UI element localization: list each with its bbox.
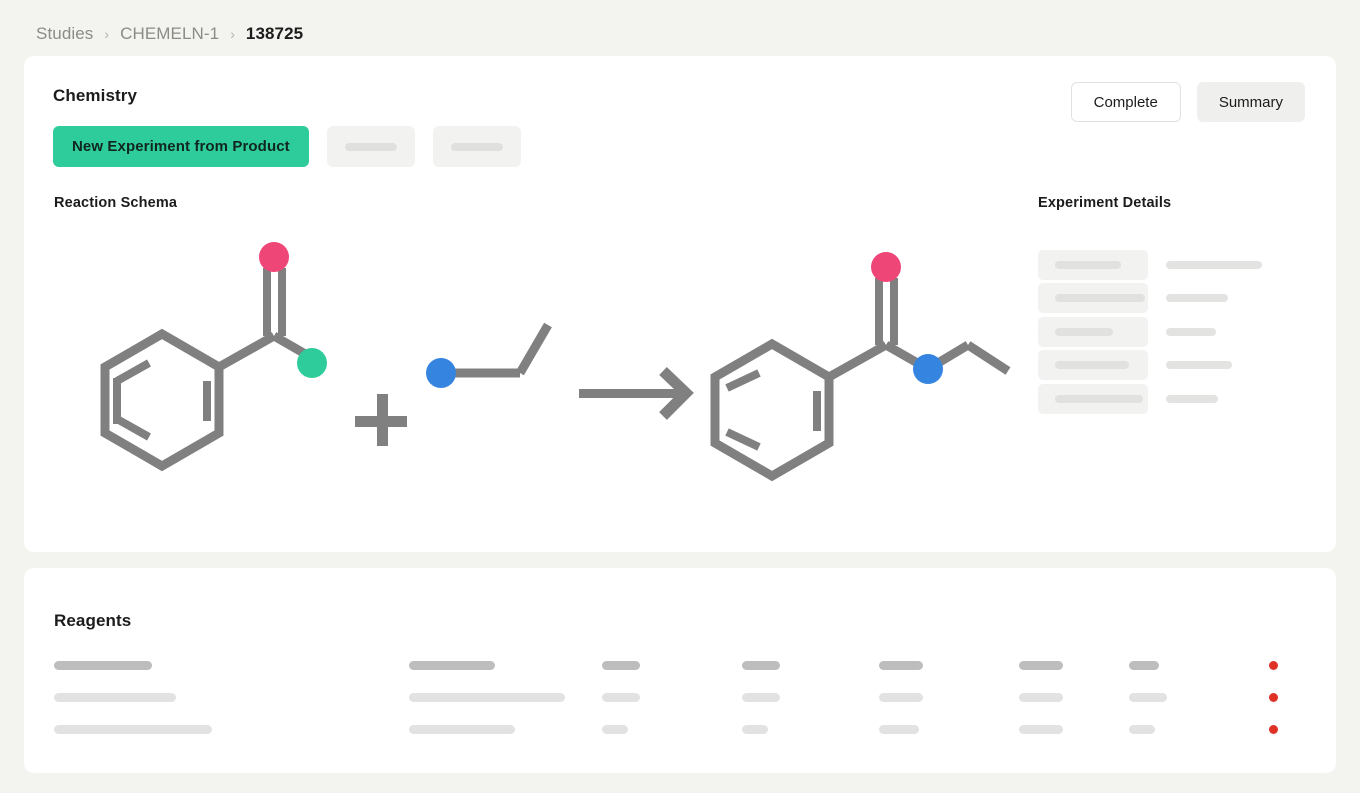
oxygen-atom-reactant — [259, 242, 289, 272]
detail-value-placeholder — [1166, 327, 1216, 336]
reaction-schema-label: Reaction Schema — [54, 195, 178, 211]
detail-label-placeholder — [1055, 394, 1143, 403]
table-cell-placeholder — [1019, 693, 1063, 702]
reagents-title: Reagents — [54, 611, 132, 630]
table-cell-placeholder — [879, 725, 919, 734]
reagents-card: Reagents — [24, 568, 1336, 773]
detail-row[interactable] — [1038, 248, 1308, 282]
detail-label-placeholder — [1055, 327, 1113, 336]
nitrogen-atom-product — [913, 354, 943, 384]
reaction-schema-diagram[interactable] — [50, 221, 1020, 526]
skeleton-button-2[interactable] — [432, 126, 521, 167]
table-cell-placeholder — [879, 661, 923, 670]
page-title: Chemistry — [53, 86, 138, 105]
detail-value-placeholder — [1166, 294, 1228, 303]
table-cell-placeholder — [54, 693, 176, 702]
detail-row[interactable] — [1038, 282, 1308, 316]
bond-carbon-to-carbon — [965, 341, 1011, 375]
experiment-details-panel — [1038, 248, 1308, 416]
table-cell-placeholder — [54, 725, 212, 734]
detail-row[interactable] — [1038, 382, 1308, 416]
detail-label-chip — [1038, 350, 1148, 381]
header-actions: Complete Summary — [1070, 82, 1305, 122]
table-cell-placeholder — [602, 725, 628, 734]
detail-label-placeholder — [1055, 260, 1121, 269]
breadcrumb-separator-icon: › — [230, 26, 235, 42]
plus-sign — [355, 394, 407, 446]
table-cell-placeholder — [1129, 693, 1167, 702]
reagents-table — [54, 652, 1306, 748]
chemistry-card: Chemistry Complete Summary New Experimen… — [24, 56, 1336, 552]
detail-label-chip — [1038, 283, 1148, 314]
breadcrumb-item-study[interactable]: CHEMELN-1 — [120, 24, 219, 44]
table-cell-placeholder — [1129, 725, 1155, 734]
detail-label-placeholder — [1055, 361, 1129, 370]
table-cell-placeholder — [409, 661, 495, 670]
table-cell-placeholder — [742, 693, 780, 702]
summary-button[interactable]: Summary — [1196, 82, 1305, 122]
breadcrumb-item-studies[interactable]: Studies — [36, 24, 93, 44]
table-cell-placeholder — [742, 725, 768, 734]
table-cell-placeholder — [602, 661, 640, 670]
detail-row[interactable] — [1038, 349, 1308, 383]
reaction-arrow-icon — [579, 367, 694, 420]
table-cell-placeholder — [1129, 661, 1159, 670]
table-cell-placeholder — [54, 661, 152, 670]
table-cell-placeholder — [409, 693, 565, 702]
table-row[interactable] — [54, 684, 1306, 716]
detail-row[interactable] — [1038, 315, 1308, 349]
detail-value-placeholder — [1166, 260, 1262, 269]
experiment-details-label: Experiment Details — [1038, 195, 1172, 211]
skeleton-bar — [344, 142, 397, 151]
oxygen-atom-product — [871, 252, 901, 282]
benzene-ring-product — [710, 338, 834, 482]
table-cell-placeholder — [409, 725, 515, 734]
status-badge[interactable] — [1269, 725, 1278, 734]
status-badge[interactable] — [1269, 693, 1278, 702]
amine-reactant — [450, 322, 552, 378]
bond-ring-to-carbonyl-product — [826, 341, 889, 381]
breadcrumb: Studies › CHEMELN-1 › 138725 — [36, 20, 303, 48]
detail-value-placeholder — [1166, 394, 1218, 403]
status-badge[interactable] — [1269, 661, 1278, 670]
detail-label-placeholder — [1055, 294, 1145, 303]
detail-label-chip — [1038, 316, 1148, 347]
table-row[interactable] — [54, 716, 1306, 748]
table-cell-placeholder — [742, 661, 780, 670]
leaving-group-atom-reactant — [297, 348, 327, 378]
skeleton-bar — [450, 142, 503, 151]
detail-value-placeholder — [1166, 361, 1232, 370]
skeleton-button-1[interactable] — [326, 126, 415, 167]
nitrogen-atom-reactant — [426, 358, 456, 388]
benzene-ring-reactant — [100, 328, 224, 472]
new-experiment-from-product-button[interactable]: New Experiment from Product — [53, 126, 309, 167]
table-cell-placeholder — [602, 693, 640, 702]
bond-ring-to-carbonyl — [216, 332, 277, 371]
breadcrumb-separator-icon: › — [104, 26, 110, 42]
complete-button[interactable]: Complete — [1070, 82, 1181, 122]
detail-label-chip — [1038, 249, 1148, 280]
table-cell-placeholder — [1019, 661, 1063, 670]
breadcrumb-item-experiment[interactable]: 138725 — [246, 24, 303, 44]
table-header-row — [54, 652, 1306, 684]
action-row: New Experiment from Product — [53, 126, 521, 167]
detail-label-chip — [1038, 383, 1148, 414]
table-cell-placeholder — [879, 693, 923, 702]
table-cell-placeholder — [1019, 725, 1063, 734]
